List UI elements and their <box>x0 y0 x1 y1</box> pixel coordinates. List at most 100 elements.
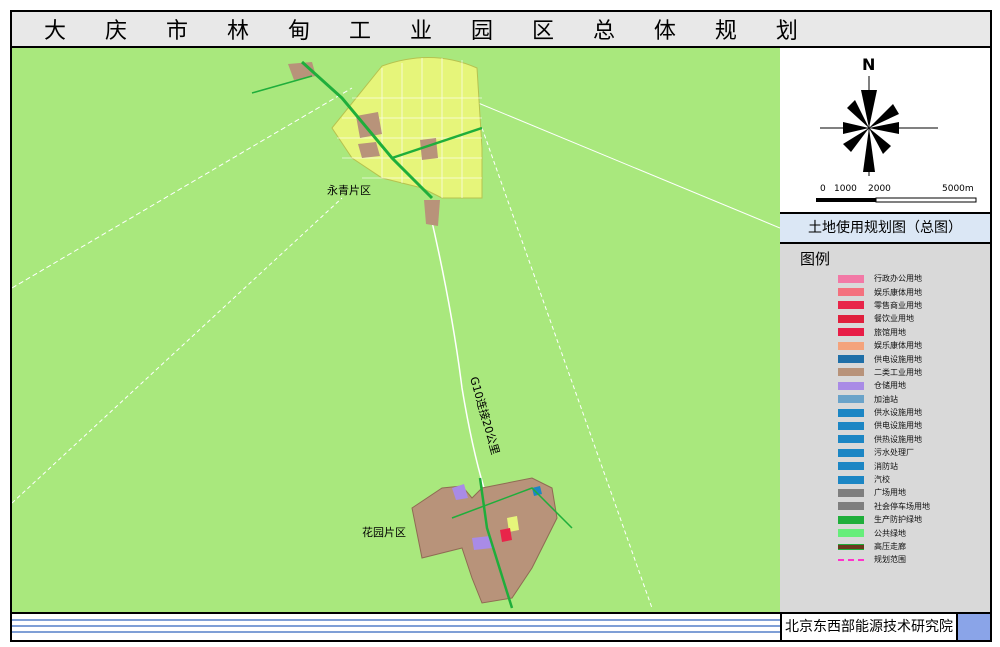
legend-label: 供电设施用地 <box>874 354 922 364</box>
legend-label: 娱乐康体用地 <box>874 287 922 297</box>
legend-item: 娱乐康体用地 <box>838 339 988 352</box>
legend-item: 供电设施用地 <box>838 352 988 365</box>
compass-scale-box: N 0 1000 2000 5000m <box>780 48 990 214</box>
legend-swatch <box>838 558 864 561</box>
yongqing-label: 永青片区 <box>327 183 371 197</box>
legend-swatch <box>838 543 864 550</box>
legend-swatch <box>838 314 864 323</box>
legend-item: 二类工业用地 <box>838 366 988 379</box>
legend-item: 餐饮业用地 <box>838 312 988 325</box>
legend-label: 汽校 <box>874 475 890 485</box>
legend-label: 供热设施用地 <box>874 434 922 444</box>
map-title: 大 庆 市 林 甸 工 业 园 区 总 体 规 划 <box>44 19 814 44</box>
legend-item: 规划范围 <box>838 553 988 566</box>
legend-label: 行政办公用地 <box>874 274 922 284</box>
legend-label: 公共绿地 <box>874 528 906 538</box>
legend-label: 供电设施用地 <box>874 421 922 431</box>
legend-item: 汽校 <box>838 473 988 486</box>
legend-label: 社会停车场用地 <box>874 501 930 511</box>
legend-item: 公共绿地 <box>838 526 988 539</box>
title-bar: 大 庆 市 林 甸 工 业 园 区 总 体 规 划 <box>10 10 992 48</box>
legend-list: 行政办公用地 娱乐康体用地 零售商业用地 餐饮业用地 旅馆用地 娱乐康体用地 供电设施用地二… <box>838 272 988 567</box>
legend-swatch <box>838 529 864 538</box>
green-belt <box>251 75 313 94</box>
legend-swatch <box>838 488 864 497</box>
legend-title: 图例 <box>800 250 831 268</box>
scale-label: 5000m <box>942 184 974 194</box>
legend-label: 餐饮业用地 <box>874 314 914 324</box>
legend-swatch <box>838 435 864 444</box>
legend-label: 仓储用地 <box>874 381 906 391</box>
wind-rose-icon <box>843 90 899 172</box>
yongqing-town-area <box>331 57 483 199</box>
legend-swatch <box>838 328 864 337</box>
plan-title: 土地使用规划图（总图） <box>780 214 990 244</box>
legend-swatch <box>838 381 864 390</box>
legend-label: 零售商业用地 <box>874 300 922 310</box>
legend-label: 广场用地 <box>874 488 906 498</box>
scale-label: 1000 <box>834 184 857 194</box>
legend-swatch <box>838 301 864 310</box>
legend-label: 娱乐康体用地 <box>874 341 922 351</box>
legend-swatch <box>838 274 864 283</box>
legend-label: 高压走廊 <box>874 542 906 551</box>
industrial-patch <box>356 112 382 138</box>
legend: 图例 行政办公用地 娱乐康体用地 零售商业用地 餐饮业用地 旅馆用地 娱乐康体用地 供电设施… <box>780 244 990 612</box>
legend-swatch <box>838 421 864 430</box>
scale-bar <box>816 198 876 202</box>
north-label: N <box>862 55 875 74</box>
legend-label: 二类工业用地 <box>874 367 922 377</box>
legend-item: 广场用地 <box>838 486 988 499</box>
footer: 北京东西部能源技术研究院 <box>12 612 990 640</box>
footer-color-block <box>956 612 990 640</box>
legend-swatch <box>838 475 864 484</box>
legend-swatch <box>838 515 864 524</box>
legend-item: 高压走廊 <box>838 540 988 553</box>
compass-svg: N 0 1000 2000 5000m <box>816 55 977 203</box>
map-svg: 永青片区 花园片区 G10连接20公里 <box>12 57 780 609</box>
legend-item: 供热设施用地 <box>838 433 988 446</box>
legend-label: 旅馆用地 <box>874 327 906 337</box>
map-canvas[interactable]: 永青片区 花园片区 G10连接20公里 <box>12 48 782 612</box>
main-road <box>429 212 485 489</box>
legend-item: 加油站 <box>838 393 988 406</box>
scale-label: 0 <box>820 184 826 194</box>
legend-item: 供电设施用地 <box>838 419 988 432</box>
legend-swatch <box>838 408 864 417</box>
legend-swatch <box>838 448 864 457</box>
footer-rule <box>12 619 780 621</box>
legend-item: 旅馆用地 <box>838 326 988 339</box>
footer-rule <box>12 631 780 633</box>
commercial-patch <box>500 528 512 542</box>
legend-label: 供水设施用地 <box>874 408 922 418</box>
legend-swatch <box>838 288 864 297</box>
legend-item: 娱乐康体用地 <box>838 285 988 298</box>
legend-label: 生产防护绿地 <box>874 515 922 525</box>
scale-label: 2000 <box>868 184 891 194</box>
legend-item: 仓储用地 <box>838 379 988 392</box>
organization-name: 北京东西部能源技术研究院 <box>780 612 956 640</box>
legend-item: 生产防护绿地 <box>838 513 988 526</box>
road-line <box>12 87 353 289</box>
legend-label: 规划范围 <box>874 555 906 565</box>
legend-item: 社会停车场用地 <box>838 500 988 513</box>
huayuan-label: 花园片区 <box>362 526 406 539</box>
legend-swatch <box>838 462 864 471</box>
legend-item: 零售商业用地 <box>838 299 988 312</box>
legend-item: 行政办公用地 <box>838 272 988 285</box>
footer-rule <box>12 625 780 627</box>
industrial-patch <box>424 200 440 226</box>
legend-swatch <box>838 341 864 350</box>
legend-swatch <box>838 355 864 364</box>
legend-item: 供水设施用地 <box>838 406 988 419</box>
legend-swatch <box>838 395 864 404</box>
scale-bar <box>875 197 977 203</box>
legend-label: 消防站 <box>874 461 898 471</box>
side-panel: N 0 1000 2000 5000m 土地使用规划图（总图） 图例 行政办公用… <box>780 48 990 612</box>
legend-label: 污水处理厂 <box>874 448 914 458</box>
legend-swatch <box>838 368 864 377</box>
legend-item: 污水处理厂 <box>838 446 988 459</box>
legend-item: 消防站 <box>838 459 988 472</box>
road-line <box>12 197 343 504</box>
legend-swatch <box>838 502 864 511</box>
